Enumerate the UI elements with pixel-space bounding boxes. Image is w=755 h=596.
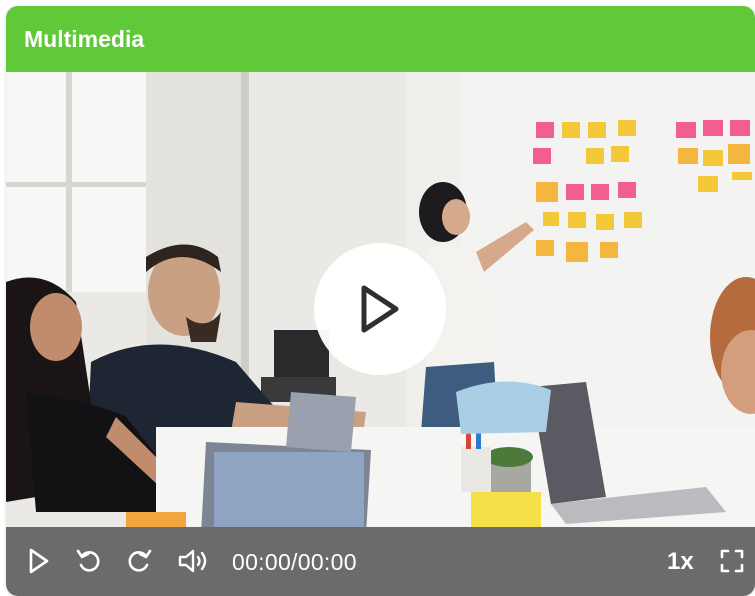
multimedia-card: Multimedia 00:00/00:00 1x [6,6,755,596]
volume-icon [178,549,207,573]
fullscreen-icon [720,549,744,573]
time-display: 00:00/00:00 [232,549,357,575]
forward-button[interactable] [124,544,154,578]
video-controls: 00:00/00:00 1x [6,527,755,596]
replay-button[interactable] [74,544,104,578]
play-icon [29,548,49,574]
fullscreen-button[interactable] [718,544,746,578]
big-play-button[interactable] [314,243,446,375]
video-area[interactable] [6,72,755,534]
forward-icon [128,549,152,572]
big-play-icon [361,285,399,333]
volume-button[interactable] [176,544,212,578]
card-header: Multimedia [6,6,755,72]
replay-icon [76,549,100,572]
play-button[interactable] [26,544,52,578]
playback-speed-button[interactable]: 1x [667,548,694,576]
card-title: Multimedia [24,25,145,52]
